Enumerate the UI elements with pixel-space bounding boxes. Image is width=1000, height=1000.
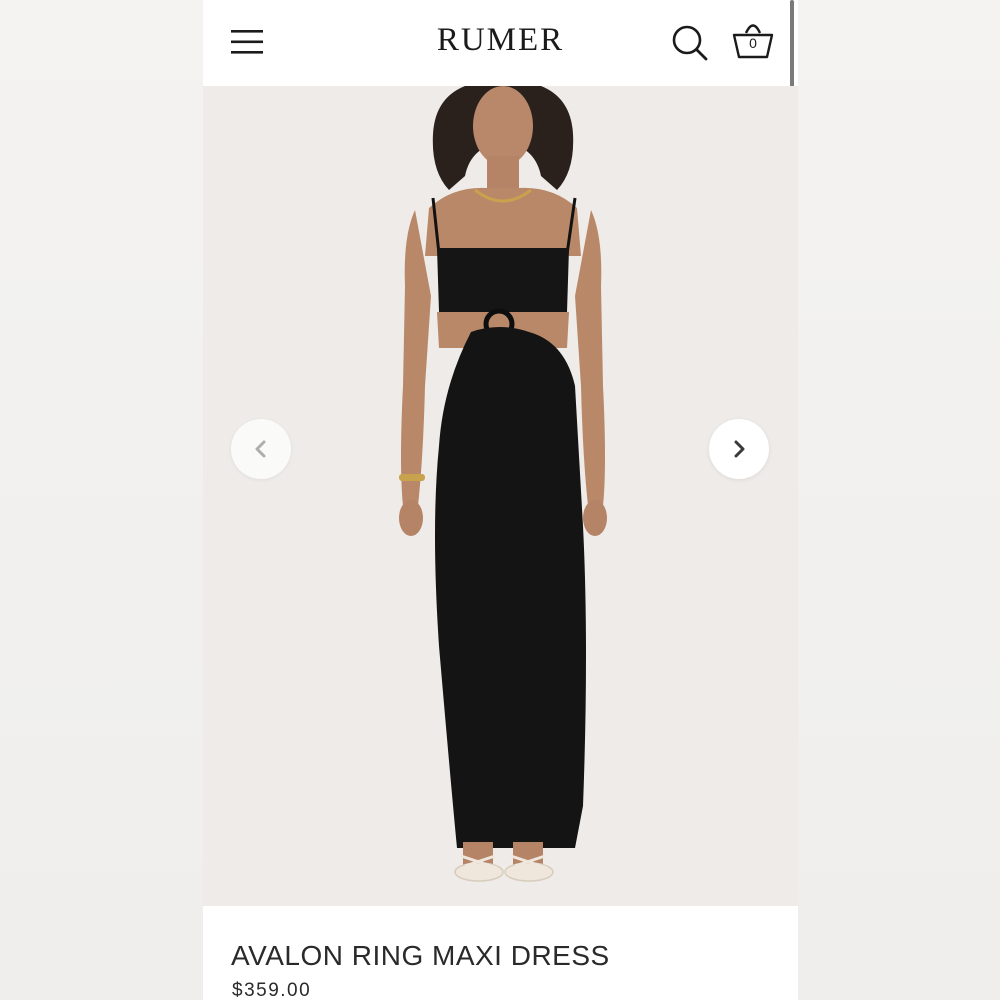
site-header: RUMER 0 bbox=[203, 0, 798, 86]
product-photo bbox=[203, 86, 798, 906]
mobile-page: RUMER 0 AVALON RING MAXI DRESS $359.00 bbox=[203, 0, 798, 1000]
product-title: AVALON RING MAXI DRESS bbox=[231, 940, 610, 971]
product-price: $359.00 bbox=[232, 980, 312, 1000]
cart-count-badge: 0 bbox=[749, 35, 757, 51]
product-image-gallery[interactable] bbox=[203, 86, 798, 906]
product-info: AVALON RING MAXI DRESS $359.00 bbox=[203, 906, 798, 1000]
previous-image-button[interactable] bbox=[231, 419, 291, 479]
backdrop-left bbox=[0, 0, 203, 1000]
search-icon[interactable] bbox=[671, 24, 709, 62]
backdrop-right bbox=[798, 0, 1000, 1000]
next-image-button[interactable] bbox=[709, 419, 769, 479]
chevron-left-icon bbox=[255, 440, 266, 458]
chevron-right-icon bbox=[734, 440, 745, 458]
